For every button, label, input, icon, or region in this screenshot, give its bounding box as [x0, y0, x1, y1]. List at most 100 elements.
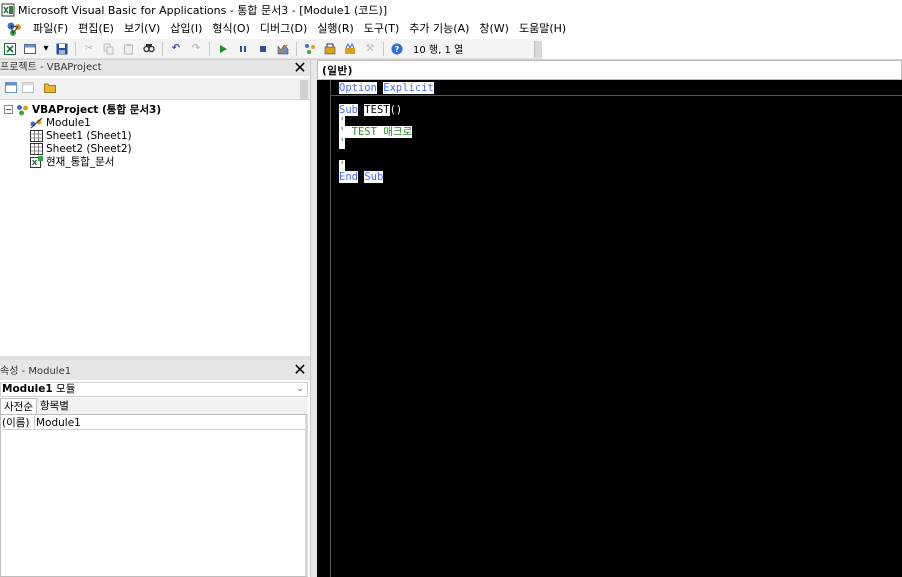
toolbar-separator	[209, 41, 210, 56]
tree-root-label: VBAProject (통합 문서3)	[32, 104, 162, 116]
insert-module-icon[interactable]	[22, 41, 38, 57]
menu-bar: 파일(F) 편집(E) 보기(V) 삽입(I) 형식(O) 디버그(D) 실행(…	[0, 19, 902, 39]
properties-close-icon[interactable]: ✕	[292, 362, 308, 378]
cut-icon[interactable]: ✂	[81, 41, 97, 57]
keyword-end-sub: Sub	[364, 171, 384, 183]
tree-item-label: Sheet2 (Sheet2)	[46, 142, 132, 155]
toolbar-separator	[75, 41, 76, 56]
collapse-icon[interactable]: −	[4, 105, 13, 114]
menu-view[interactable]: 보기(V)	[119, 20, 165, 38]
reset-icon[interactable]	[255, 41, 271, 57]
comment-text: ' TEST 매크로	[339, 126, 413, 138]
vba-icon[interactable]	[6, 21, 24, 37]
tree-root[interactable]: − VBAProject (통합 문서3)	[4, 103, 161, 116]
view-excel-icon[interactable]	[2, 41, 18, 57]
menu-format[interactable]: 형식(O)	[207, 20, 254, 38]
project-tree: − VBAProject (통합 문서3) Module1 Sheet1 (Sh…	[0, 101, 310, 356]
toolbox-icon[interactable]: ⚒	[362, 41, 378, 57]
property-name: (이름)	[2, 416, 35, 429]
sub-name: TEST	[364, 104, 390, 116]
window-title: Microsoft Visual Basic for Applications …	[18, 3, 388, 17]
code-editor[interactable]: Option Explicit Sub TEST() ' ' TEST 매크로 …	[317, 80, 902, 577]
help-icon[interactable]: ?	[389, 41, 405, 57]
property-row[interactable]: (이름) Module1	[2, 416, 305, 430]
code-line-sub: Sub TEST()	[339, 104, 402, 117]
project-toolbar	[0, 78, 310, 100]
code-line-option-explicit: Option Explicit	[339, 82, 434, 95]
run-icon[interactable]	[215, 41, 231, 57]
properties-pane-header: 속성 - Module1 ✕	[0, 360, 310, 380]
tree-item-label: 현재_통합_문서	[46, 156, 115, 168]
dropdown-arrow-icon[interactable]: ▾	[42, 41, 50, 57]
keyword-end: End	[339, 171, 358, 183]
menu-edit[interactable]: 편집(E)	[73, 20, 119, 38]
tab-categorized[interactable]: 항목별	[37, 398, 72, 414]
keyword-explicit: Explicit	[383, 82, 434, 94]
project-explorer-icon[interactable]	[302, 41, 318, 57]
object-type: 모듈	[56, 383, 76, 395]
toolbar-separator	[162, 41, 163, 56]
svg-text:?: ?	[395, 45, 400, 54]
standard-toolbar: ▾ ✂ ↶ ↷ ⚒ ? 10 행, 1 열	[0, 39, 542, 59]
find-icon[interactable]	[141, 41, 157, 57]
menu-run[interactable]: 실행(R)	[312, 20, 358, 38]
keyword-option: Option	[339, 82, 377, 94]
object-combo[interactable]: (일반)	[322, 63, 353, 78]
comment-quote: '	[339, 137, 346, 149]
project-close-icon[interactable]: ✕	[292, 60, 308, 76]
workbook-icon	[30, 155, 43, 168]
object-name: Module1	[2, 383, 53, 395]
worksheet-icon	[30, 142, 43, 155]
redo-icon[interactable]: ↷	[188, 41, 204, 57]
view-object-icon[interactable]	[22, 82, 35, 94]
project-pane-header: 프로젝트 - VBAProject ✕	[0, 60, 310, 76]
project-pane-title: 프로젝트 - VBAProject	[0, 62, 102, 73]
design-mode-icon[interactable]	[275, 41, 291, 57]
properties-pane-title: 속성 - Module1	[0, 366, 72, 377]
tree-item-module1[interactable]: Module1	[30, 116, 91, 129]
properties-window-icon[interactable]	[322, 41, 338, 57]
project-toolbar-scroll[interactable]	[300, 80, 308, 100]
menu-help[interactable]: 도움말(H)	[514, 20, 571, 38]
keyword-sub: Sub	[339, 104, 358, 116]
menu-insert[interactable]: 삽입(I)	[165, 20, 207, 38]
save-icon[interactable]	[54, 41, 70, 57]
undo-icon[interactable]: ↶	[168, 41, 184, 57]
properties-object-select[interactable]: Module1 모듈 ⌄	[0, 382, 308, 397]
code-line-comment: ' TEST 매크로	[339, 126, 413, 139]
vbaproject-icon	[16, 104, 29, 116]
excel-app-icon[interactable]	[1, 3, 15, 17]
title-bar: Microsoft Visual Basic for Applications …	[0, 0, 902, 19]
toggle-folders-icon[interactable]	[44, 82, 57, 94]
tree-item-label: Sheet1 (Sheet1)	[46, 129, 132, 142]
code-line-comment: '	[339, 137, 346, 150]
procedure-separator	[331, 95, 902, 96]
toolbar-separator	[383, 41, 384, 56]
menu-debug[interactable]: 디버그(D)	[255, 20, 312, 38]
menu-file[interactable]: 파일(F)	[28, 20, 73, 38]
chevron-down-icon[interactable]: ⌄	[296, 383, 304, 396]
view-code-icon[interactable]	[5, 82, 18, 94]
properties-grid: (이름) Module1	[0, 414, 308, 577]
vertical-splitter[interactable]	[310, 60, 317, 577]
cursor-position-label: 10 행, 1 열	[413, 45, 464, 56]
object-browser-icon[interactable]	[342, 41, 358, 57]
properties-tabs: 사전순 항목별	[0, 398, 308, 414]
code-combo-bar: (일반)	[317, 60, 902, 80]
tree-item-sheet1[interactable]: Sheet1 (Sheet1)	[30, 129, 132, 142]
tree-item-thisworkbook[interactable]: 현재_통합_문서	[30, 155, 114, 168]
tab-alphabetic[interactable]: 사전순	[0, 398, 37, 414]
module-icon	[30, 117, 43, 129]
code-margin-indicator-bar[interactable]	[317, 80, 331, 577]
worksheet-icon	[30, 129, 43, 142]
code-line-end-sub: End Sub	[339, 171, 384, 184]
sub-parens: ()	[389, 104, 403, 116]
menu-addins[interactable]: 추가 기능(A)	[404, 20, 474, 38]
copy-icon[interactable]	[101, 41, 117, 57]
break-icon[interactable]	[235, 41, 251, 57]
menu-window[interactable]: 창(W)	[474, 20, 514, 38]
toolbar-grip[interactable]	[534, 41, 542, 58]
property-value[interactable]: Module1	[35, 416, 81, 429]
paste-icon[interactable]	[121, 41, 137, 57]
menu-tools[interactable]: 도구(T)	[359, 20, 405, 38]
